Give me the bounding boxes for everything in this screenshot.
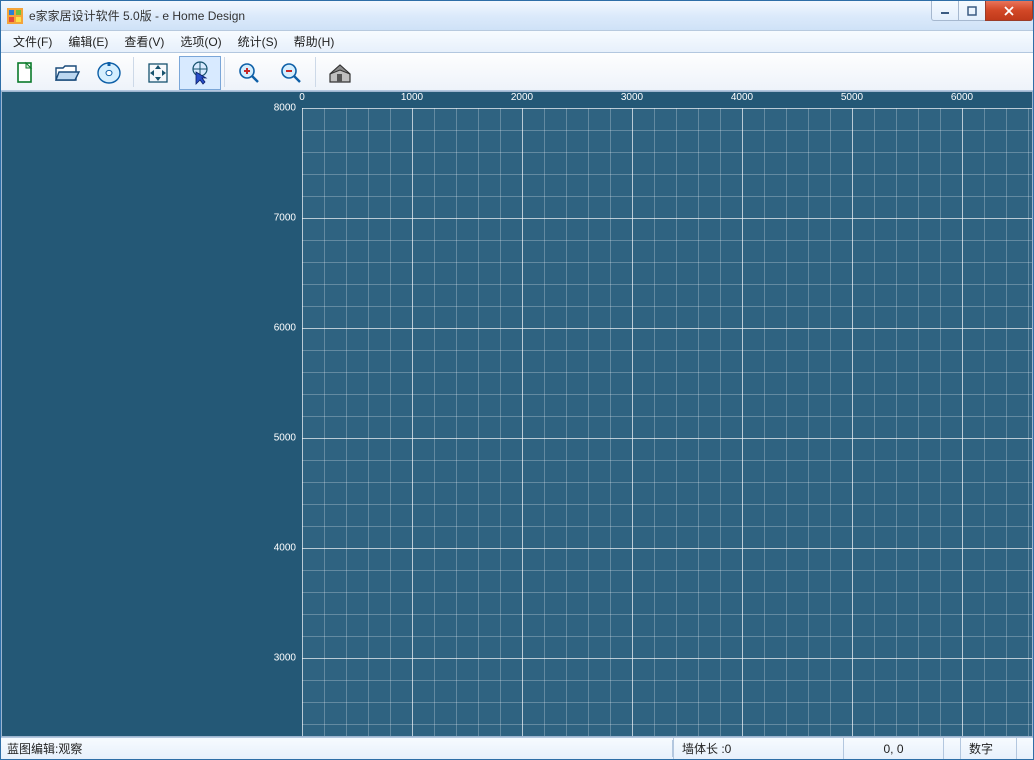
status-wall-length: 墙体长 : 0 — [673, 738, 843, 759]
x-tick: 2000 — [511, 92, 533, 103]
status-mode-text: 蓝图编辑:观察 — [7, 740, 82, 757]
status-spacer — [943, 738, 960, 759]
x-tick: 6000 — [951, 92, 973, 103]
title-bar: e家家居设计软件 5.0版 - e Home Design — [1, 1, 1033, 31]
open-button[interactable] — [46, 56, 88, 90]
menu-view[interactable]: 查看(V) — [116, 31, 172, 52]
ruler-y: 8000 7000 6000 5000 4000 3000 — [2, 108, 302, 736]
toolbar-group-3d — [318, 55, 362, 89]
x-tick: 5000 — [841, 92, 863, 103]
x-tick: 3000 — [621, 92, 643, 103]
toolbar-group-zoom — [227, 55, 313, 89]
canvas-area[interactable]: 0 1000 2000 3000 4000 5000 6000 8000 700… — [1, 91, 1033, 737]
save-disk-icon — [96, 60, 122, 86]
maximize-icon — [967, 6, 977, 16]
x-tick: 4000 — [731, 92, 753, 103]
y-tick: 5000 — [274, 433, 296, 444]
status-mode: 蓝图编辑:观察 — [1, 740, 673, 757]
zoom-out-icon — [278, 60, 304, 86]
menu-stats[interactable]: 统计(S) — [230, 31, 286, 52]
menu-options[interactable]: 选项(O) — [172, 31, 229, 52]
maximize-button[interactable] — [958, 1, 986, 21]
y-tick: 8000 — [274, 103, 296, 114]
window-title: e家家居设计软件 5.0版 - e Home Design — [29, 7, 245, 24]
wall-length-value: 0 — [725, 742, 732, 756]
new-file-icon — [12, 60, 38, 86]
toolbar-group-view — [136, 55, 222, 89]
coords-text: 0, 0 — [883, 742, 903, 756]
status-bar: 蓝图编辑:观察 墙体长 : 0 0, 0 数字 — [1, 737, 1033, 759]
y-tick: 3000 — [274, 653, 296, 664]
status-coords: 0, 0 — [843, 738, 943, 759]
zoom-in-button[interactable] — [228, 56, 270, 90]
wall-length-label: 墙体长 : — [682, 740, 725, 757]
minimize-icon — [940, 6, 950, 16]
app-window: e家家居设计软件 5.0版 - e Home Design 文件(F) 编辑(E… — [0, 0, 1034, 760]
grid-major — [302, 108, 1032, 736]
menu-file[interactable]: 文件(F) — [5, 31, 60, 52]
toolbar — [1, 53, 1033, 91]
app-icon — [7, 8, 23, 24]
x-tick: 1000 — [401, 92, 423, 103]
toolbar-separator — [224, 57, 225, 87]
minimize-button[interactable] — [931, 1, 959, 21]
zoom-in-icon — [236, 60, 262, 86]
pan-button[interactable] — [137, 56, 179, 90]
status-grip — [1016, 738, 1033, 759]
pan-arrows-icon — [145, 60, 171, 86]
close-button[interactable] — [985, 1, 1033, 21]
grid[interactable] — [302, 108, 1032, 736]
status-num: 数字 — [960, 738, 1016, 759]
pointer-button[interactable] — [179, 56, 221, 90]
save-button[interactable] — [88, 56, 130, 90]
menu-help[interactable]: 帮助(H) — [286, 31, 343, 52]
pointer-icon — [187, 60, 213, 86]
window-controls — [932, 1, 1033, 21]
zoom-out-button[interactable] — [270, 56, 312, 90]
num-label: 数字 — [969, 740, 993, 757]
y-tick: 6000 — [274, 323, 296, 334]
ruler-x: 0 1000 2000 3000 4000 5000 6000 — [302, 92, 1032, 108]
toolbar-separator — [133, 57, 134, 87]
open-folder-icon — [53, 60, 81, 86]
menu-bar: 文件(F) 编辑(E) 查看(V) 选项(O) 统计(S) 帮助(H) — [1, 31, 1033, 53]
toolbar-group-file — [3, 55, 131, 89]
new-file-button[interactable] — [4, 56, 46, 90]
menu-edit[interactable]: 编辑(E) — [60, 31, 116, 52]
x-tick: 0 — [299, 92, 305, 103]
y-tick: 7000 — [274, 213, 296, 224]
toolbar-separator — [315, 57, 316, 87]
close-icon — [1003, 6, 1015, 16]
house-3d-button[interactable] — [319, 56, 361, 90]
house-3d-icon — [326, 60, 354, 86]
y-tick: 4000 — [274, 543, 296, 554]
